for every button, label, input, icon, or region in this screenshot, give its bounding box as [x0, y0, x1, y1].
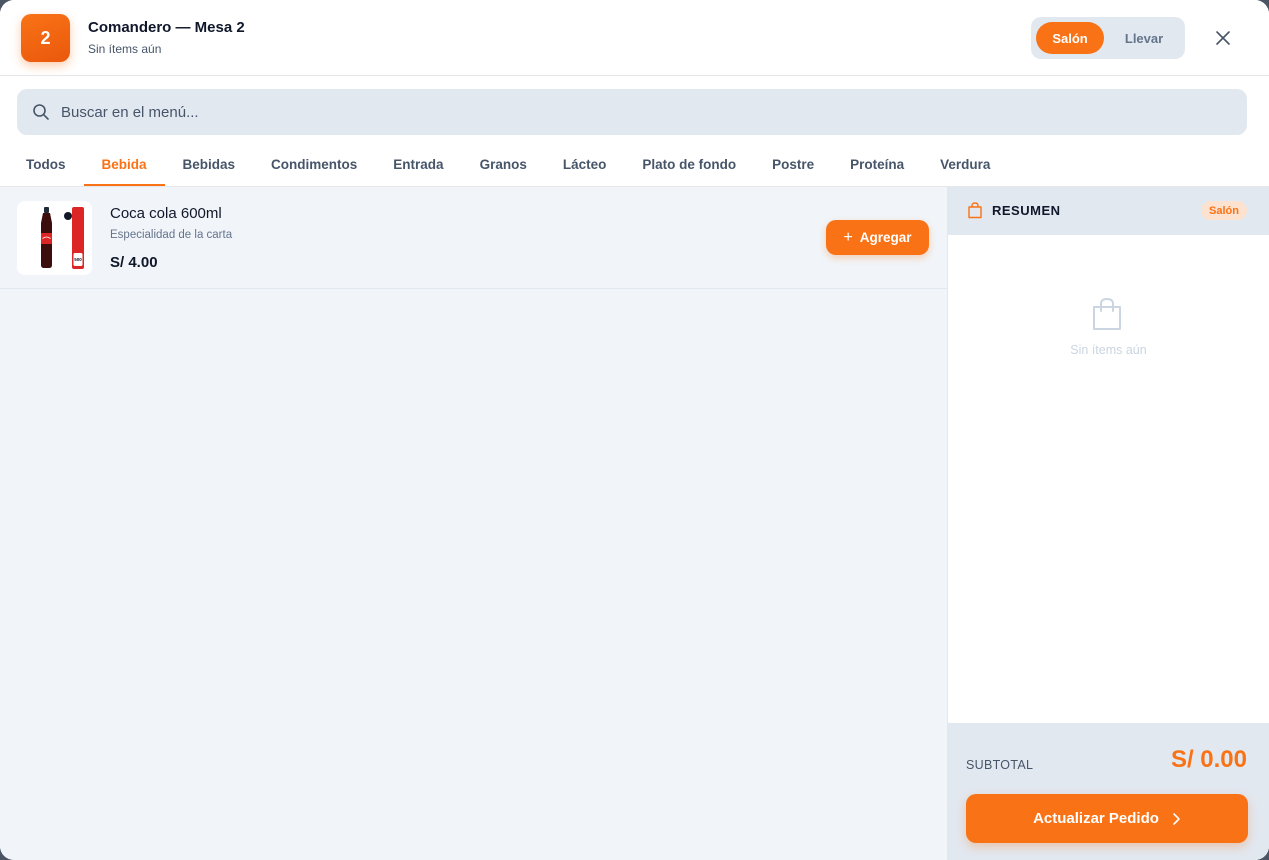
category-tabs: Todos Bebida Bebidas Condimentos Entrada… [8, 143, 1008, 186]
summary-title: RESUMEN [992, 203, 1061, 218]
mode-salon-button[interactable]: Salón [1036, 22, 1105, 54]
subtotal-label: SUBTOTAL [966, 758, 1034, 772]
item-name: Coca cola 600ml [110, 205, 222, 222]
close-icon [1216, 31, 1230, 45]
order-summary-panel: RESUMEN Salón Sin ítems aún SUBTOTAL S/ … [947, 187, 1269, 860]
item-price: S/ 4.00 [110, 254, 158, 271]
tab-proteina[interactable]: Proteína [832, 143, 922, 186]
tab-verdura[interactable]: Verdura [922, 143, 1008, 186]
mode-llevar-button[interactable]: Llevar [1108, 22, 1180, 54]
tab-plato-de-fondo[interactable]: Plato de fondo [624, 143, 754, 186]
tab-lacteo[interactable]: Lácteo [545, 143, 625, 186]
add-item-button[interactable]: + Agregar [826, 220, 929, 255]
tab-entrada[interactable]: Entrada [375, 143, 461, 186]
modal-header: 2 Comandero — Mesa 2 Sin ítems aún Salón… [0, 0, 1269, 76]
service-mode-badge: Salón [1201, 201, 1247, 220]
add-item-label: Agregar [859, 230, 912, 245]
product-image: 500 [17, 201, 92, 275]
empty-bag-icon [1093, 297, 1121, 330]
plus-icon: + [843, 228, 853, 246]
subtotal-value: S/ 0.00 [1170, 746, 1247, 773]
close-button[interactable] [1211, 26, 1235, 50]
update-order-label: Actualizar Pedido [1033, 810, 1159, 827]
tab-bebida[interactable]: Bebida [83, 143, 165, 186]
summary-footer: SUBTOTAL S/ 0.00 Actualizar Pedido [948, 723, 1269, 860]
tab-granos[interactable]: Granos [462, 143, 545, 186]
summary-header: RESUMEN Salón [948, 187, 1269, 235]
service-mode-toggle: Salón Llevar [1031, 17, 1185, 59]
tab-todos[interactable]: Todos [8, 143, 84, 186]
search-input[interactable] [61, 89, 1231, 135]
shopping-bag-icon [968, 202, 982, 219]
search-icon [33, 104, 49, 120]
tab-bebidas[interactable]: Bebidas [165, 143, 254, 186]
coca-cola-bottle-image: 500 [17, 201, 92, 275]
empty-order-text: Sin ítems aún [1070, 343, 1147, 357]
order-modal: 2 Comandero — Mesa 2 Sin ítems aún Salón… [0, 0, 1269, 860]
tab-postre[interactable]: Postre [754, 143, 832, 186]
thumb-size-label: 500 [74, 257, 82, 262]
table-number-badge: 2 [21, 14, 70, 62]
chevron-right-icon [1173, 812, 1180, 825]
menu-item-list: 500 Coca cola 600ml Especialidad de la c… [0, 187, 947, 860]
modal-subtitle: Sin ítems aún [88, 42, 162, 56]
menu-item: 500 Coca cola 600ml Especialidad de la c… [0, 187, 947, 289]
item-description: Especialidad de la carta [110, 229, 233, 241]
modal-title: Comandero — Mesa 2 [88, 19, 245, 36]
tab-condimentos[interactable]: Condimentos [253, 143, 375, 186]
menu-search [17, 89, 1247, 135]
update-order-button[interactable]: Actualizar Pedido [966, 794, 1248, 843]
